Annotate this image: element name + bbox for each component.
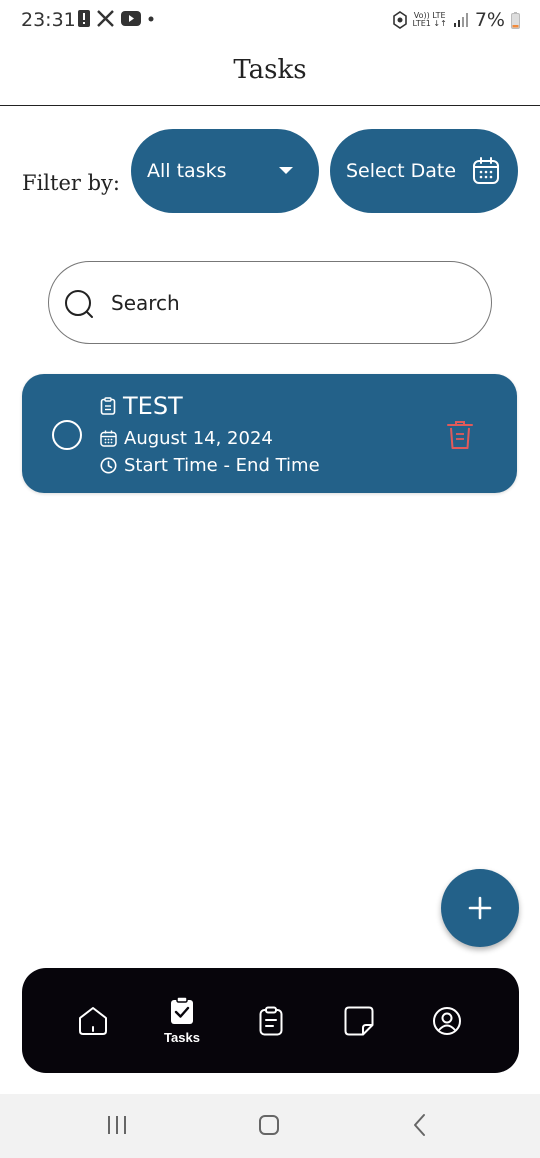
battery-icon [511, 11, 520, 29]
nav-item-profile[interactable] [412, 968, 482, 1073]
plus-icon [468, 896, 492, 920]
recent-apps-icon[interactable] [106, 1112, 128, 1138]
task-card[interactable]: TEST August 14, 2024 Start Time - End Ti… [22, 374, 517, 493]
status-notification-icons [78, 10, 154, 27]
status-bar: 23:31 Vo)) LTE LTE1 ↓↑ 7% [0, 0, 540, 40]
clock-icon [100, 457, 117, 474]
note-icon [344, 1006, 374, 1035]
calendar-icon [100, 430, 117, 447]
system-nav-bar [0, 1094, 540, 1158]
calendar-icon [473, 157, 499, 184]
x-icon [97, 10, 114, 27]
back-icon[interactable] [409, 1112, 431, 1138]
network-indicator: Vo)) LTE LTE1 ↓↑ [412, 11, 447, 28]
page-title: Tasks [233, 55, 307, 85]
bottom-nav: Tasks [22, 968, 519, 1073]
signal-icon [453, 13, 468, 27]
profile-icon [433, 1006, 461, 1035]
task-title-row: TEST [100, 392, 183, 420]
filter-dropdown[interactable]: All tasks [131, 129, 319, 213]
select-date-label: Select Date [346, 160, 457, 182]
task-time: Start Time - End Time [124, 455, 320, 476]
add-task-button[interactable] [441, 869, 519, 947]
data-saver-icon [392, 11, 407, 29]
nav-item-notes[interactable] [324, 968, 394, 1073]
task-title: TEST [123, 392, 183, 420]
dot-icon [148, 16, 154, 21]
nav-item-tasks-label: Tasks [164, 1029, 200, 1045]
task-date-row: August 14, 2024 [100, 428, 273, 449]
task-date: August 14, 2024 [124, 428, 273, 449]
task-complete-checkbox[interactable] [52, 420, 82, 450]
youtube-icon [121, 11, 141, 26]
task-time-row: Start Time - End Time [100, 455, 320, 476]
home-button-icon[interactable] [257, 1112, 281, 1138]
delete-icon[interactable] [447, 420, 473, 450]
nav-item-tasks[interactable]: Tasks [147, 968, 217, 1073]
caret-down-icon [279, 167, 293, 174]
search-icon [65, 290, 93, 318]
search-input[interactable] [111, 284, 451, 322]
home-icon [79, 1006, 107, 1035]
status-time: 23:31 [21, 9, 76, 31]
tasks-icon [171, 996, 193, 1024]
clipboard-icon [100, 397, 116, 415]
nav-item-home[interactable] [58, 968, 128, 1073]
filter-label: Filter by: [22, 171, 120, 195]
filter-dropdown-value: All tasks [147, 160, 227, 182]
clipboard-icon [259, 1006, 283, 1035]
search-box[interactable] [48, 261, 492, 344]
nav-item-clipboard[interactable] [236, 968, 306, 1073]
battery-percent: 7% [474, 9, 505, 31]
app-bar: Tasks [0, 40, 540, 106]
alert-icon [78, 10, 90, 27]
status-system-icons: Vo)) LTE LTE1 ↓↑ 7% [392, 9, 520, 31]
select-date-button[interactable]: Select Date [330, 129, 518, 213]
